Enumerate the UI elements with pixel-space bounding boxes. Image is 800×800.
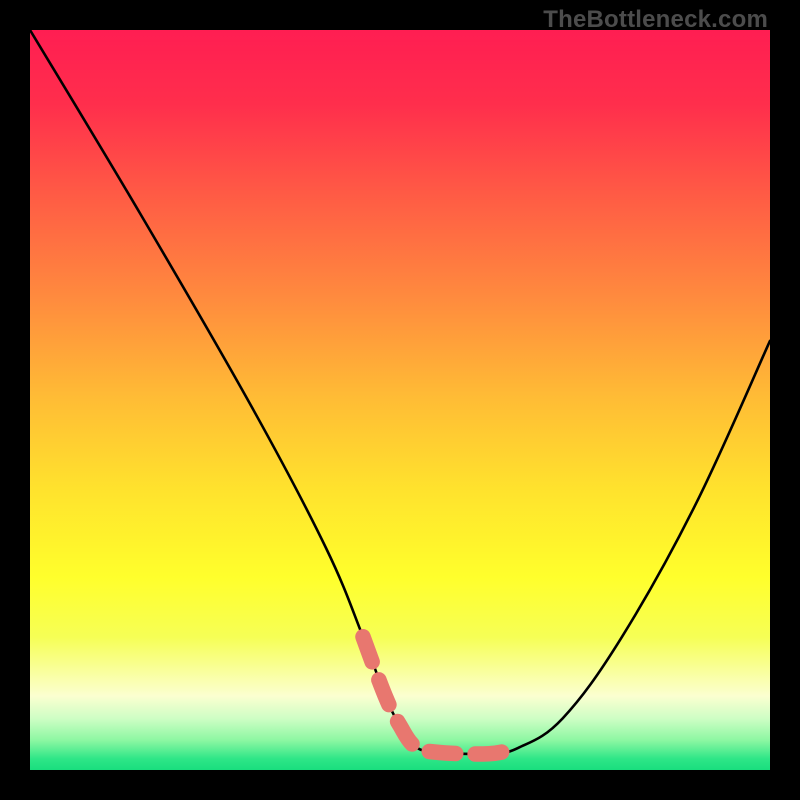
chart-frame: TheBottleneck.com (0, 0, 800, 800)
plot-area (30, 30, 770, 770)
chart-svg (30, 30, 770, 770)
bottleneck-curve (30, 30, 770, 754)
optimal-zone-highlight (363, 637, 518, 754)
